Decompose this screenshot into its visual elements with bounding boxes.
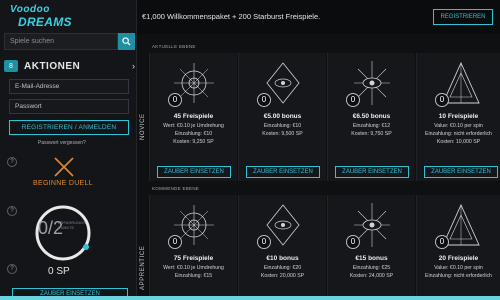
actions-label: AKTIONEN bbox=[24, 60, 81, 72]
reward-line: Einzahlung: €10 bbox=[174, 131, 213, 137]
experience-points-label: ERFAHRUNGS PUNKTE bbox=[58, 220, 86, 230]
chevron-right-icon: › bbox=[132, 61, 135, 71]
reward-card: 0 €5.00 bonus Einzahlung: €10 Kosten: 9,… bbox=[238, 53, 326, 181]
reward-line: Einzahlung: €10 bbox=[263, 123, 302, 129]
reward-card: 0 €15 bonus Einzahlung: €25 Kosten: 24,0… bbox=[327, 195, 415, 296]
help-icon[interactable]: ? bbox=[7, 206, 17, 216]
reward-line: Kosten: 10,000 SP bbox=[436, 139, 481, 145]
cast-spell-button[interactable]: ZAUBER EINSETZEN bbox=[424, 166, 498, 178]
sp-balance: 0 SP bbox=[48, 266, 70, 277]
reward-count-badge: 0 bbox=[168, 93, 182, 107]
search-button[interactable] bbox=[118, 33, 135, 50]
search-icon bbox=[122, 37, 131, 46]
reward-line: Einzahlung: €25 bbox=[352, 265, 391, 271]
register-button[interactable]: REGISTRIEREN bbox=[433, 9, 493, 25]
reward-card: 0 10 Freispiele Value: €0.10 per spin Ei… bbox=[416, 53, 500, 181]
help-icon[interactable]: ? bbox=[7, 264, 17, 274]
reward-count-badge: 0 bbox=[346, 235, 360, 249]
cast-spell-button[interactable]: ZAUBER EINSETZEN bbox=[335, 166, 409, 178]
tier-label-apprentice: APPRENTICE bbox=[140, 245, 146, 290]
reward-title: €10 bonus bbox=[266, 255, 299, 262]
bottom-strip bbox=[0, 296, 500, 300]
reward-line: Einzahlung: €12 bbox=[352, 123, 391, 129]
reward-line: Value: €0.10 per spin bbox=[434, 265, 483, 271]
start-duel-label[interactable]: BEGINNE DUELL bbox=[33, 180, 93, 187]
cast-spell-button[interactable]: ZAUBER EINSETZEN bbox=[157, 166, 231, 178]
actions-count-badge: 8 bbox=[4, 60, 18, 72]
crossed-swords-icon[interactable] bbox=[52, 155, 76, 179]
reward-line: Wert: €0.10 je Umdrehung bbox=[163, 123, 224, 129]
reward-title: 20 Freispiele bbox=[438, 255, 479, 262]
reward-card: 0 20 Freispiele Value: €0.10 per spin Ei… bbox=[416, 195, 500, 296]
password-field[interactable]: Passwort bbox=[9, 99, 129, 114]
reward-title: €5.00 bonus bbox=[263, 113, 302, 120]
reward-line: Kosten: 24,000 SP bbox=[349, 273, 394, 279]
logo[interactable]: Voodoo DREAMS bbox=[10, 4, 90, 34]
reward-line: Kosten: 9,250 SP bbox=[173, 139, 214, 145]
reward-line: Einzahlung: €20 bbox=[263, 265, 302, 271]
reward-title: €15 bonus bbox=[355, 255, 388, 262]
reward-line: Kosten: 20,000 SP bbox=[260, 273, 305, 279]
logo-line-2: DREAMS bbox=[18, 15, 72, 29]
help-icon[interactable]: ? bbox=[7, 157, 17, 167]
reward-count-badge: 0 bbox=[346, 93, 360, 107]
register-login-button[interactable]: REGISTRIEREN / ANMELDEN bbox=[9, 120, 129, 135]
reward-count-badge: 0 bbox=[435, 235, 449, 249]
section-label-upcoming: KOMMENDE EBENE bbox=[152, 186, 200, 191]
reward-count-badge: 0 bbox=[257, 93, 271, 107]
reward-card: 0 45 Freispiele Wert: €0.10 je Umdrehung… bbox=[149, 53, 237, 181]
cast-spell-button[interactable]: ZAUBER EINSETZEN bbox=[246, 166, 320, 178]
reward-card: 0 €6.50 bonus Einzahlung: €12 Kosten: 9,… bbox=[327, 53, 415, 181]
reward-line: Wert: €0.10 je Umdrehung bbox=[163, 265, 224, 271]
reward-count-badge: 0 bbox=[168, 235, 182, 249]
reward-line: Einzahlung: nicht erforderlich bbox=[425, 273, 492, 279]
tier-label-novice: NOVICE bbox=[140, 113, 146, 140]
reward-line: Einzahlung: nicht erforderlich bbox=[425, 131, 492, 137]
reward-line: Kosten: 9,500 SP bbox=[262, 131, 303, 137]
reward-count-badge: 0 bbox=[257, 235, 271, 249]
search-input[interactable]: Spiele suchen bbox=[4, 33, 118, 50]
reward-line: Value: €0.10 per spin bbox=[434, 123, 483, 129]
reward-card: 0 75 Freispiele Wert: €0.10 je Umdrehung… bbox=[149, 195, 237, 296]
reward-line: Einzahlung: €15 bbox=[174, 273, 213, 279]
section-label-current: AKTUELLE EBENE bbox=[152, 44, 196, 49]
actions-menu[interactable]: 8 AKTIONEN › bbox=[4, 58, 135, 74]
reward-count-badge: 0 bbox=[435, 93, 449, 107]
reward-card: 0 €10 bonus Einzahlung: €20 Kosten: 20,0… bbox=[238, 195, 326, 296]
forgot-password-link[interactable]: Passwort vergessen? bbox=[38, 140, 86, 146]
promo-text: €1,000 Willkommenspaket + 200 Starburst … bbox=[142, 12, 321, 21]
email-field[interactable]: E-Mail-Adresse bbox=[9, 79, 129, 94]
reward-line: Kosten: 9,750 SP bbox=[351, 131, 392, 137]
reward-title: 45 Freispiele bbox=[173, 113, 214, 120]
reward-title: 10 Freispiele bbox=[438, 113, 479, 120]
reward-title: €6.50 bonus bbox=[352, 113, 391, 120]
reward-title: 75 Freispiele bbox=[173, 255, 214, 262]
